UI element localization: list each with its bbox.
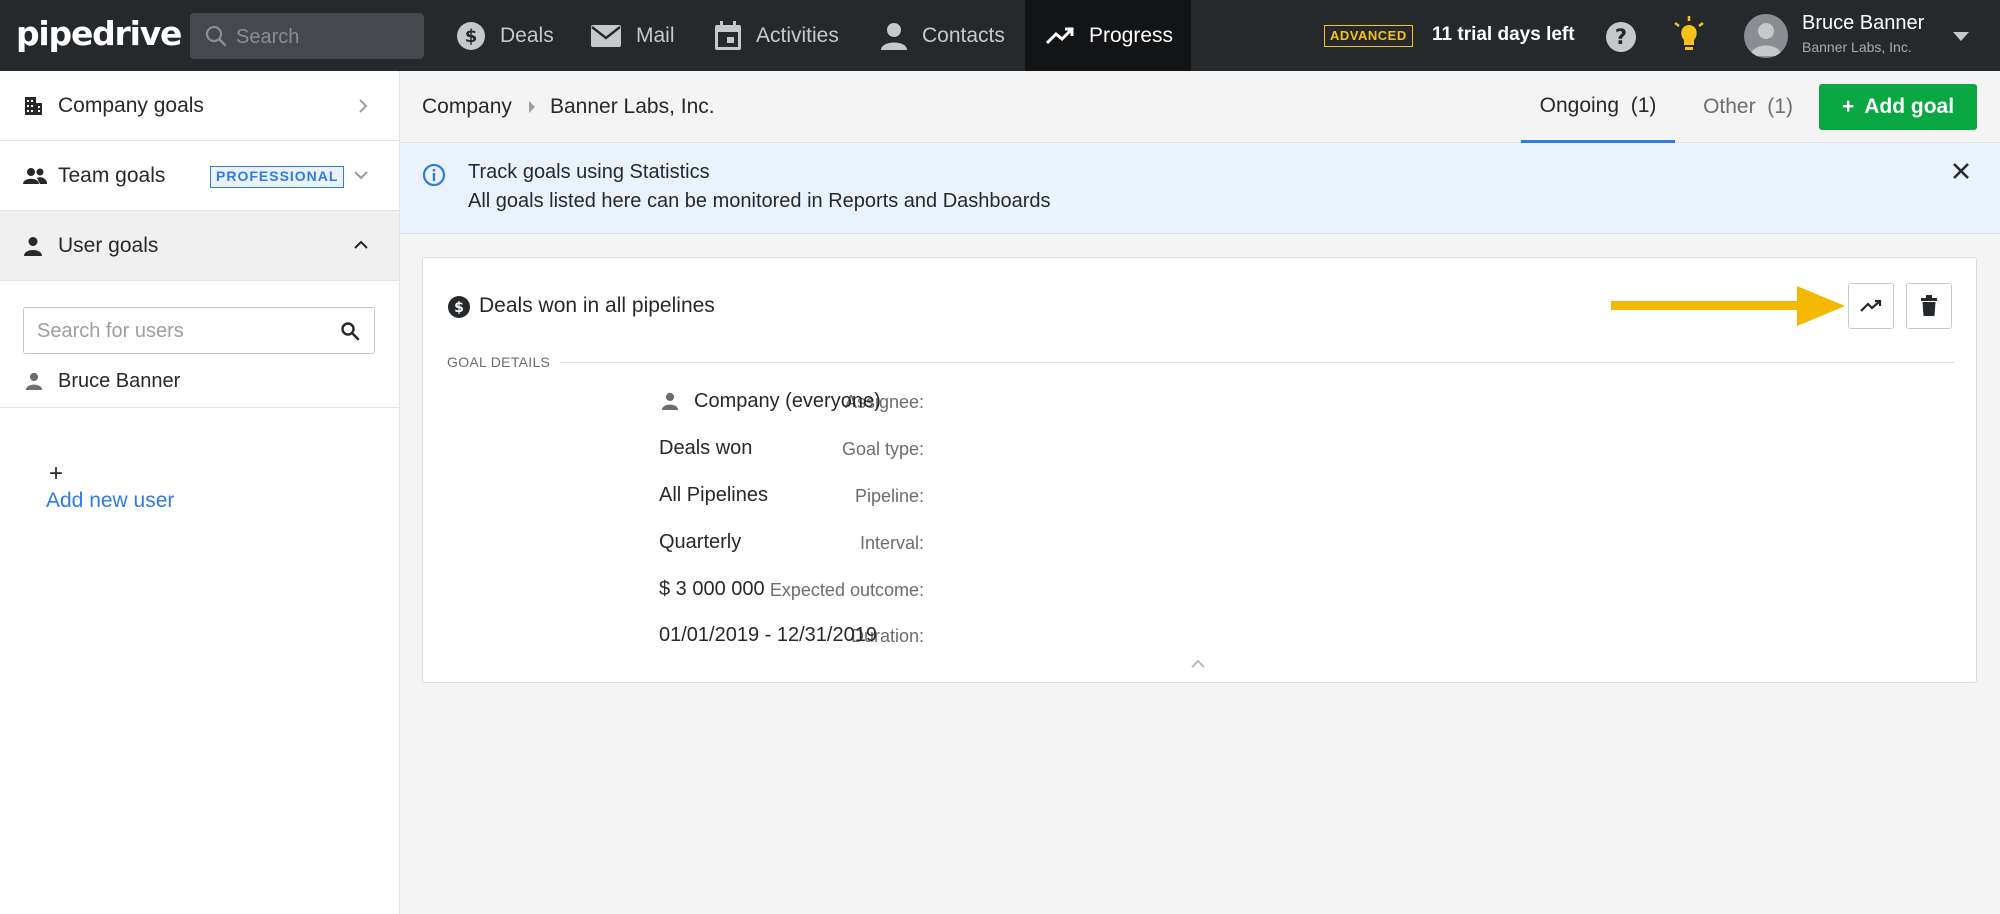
tab-ongoing[interactable]: Ongoing (1) [1521,71,1675,143]
chevron-up-icon [353,238,369,256]
person-icon [23,236,43,261]
nav-contacts-label: Contacts [922,23,1005,47]
nav-contacts[interactable]: Contacts [880,0,1005,71]
goal-title: Deals won in all pipelines [479,294,715,317]
mail-icon [591,24,621,47]
nav-deals[interactable]: $ Deals [456,0,554,71]
user-list-item[interactable]: Bruce Banner [0,354,399,408]
section-divider [560,362,1954,363]
tab-ongoing-count: (1) [1630,93,1657,117]
add-user-plus-icon[interactable]: + [49,460,63,488]
add-goal-label: Add goal [1864,95,1955,118]
add-goal-button[interactable]: + Add goal [1819,84,1977,130]
banner-title: Track goals using Statistics [468,161,710,183]
plus-icon: + [1841,95,1855,118]
lightbulb-icon[interactable] [1672,16,1706,59]
banner-text: All goals listed here can be monitored i… [468,190,1051,212]
nav-mail[interactable]: Mail [590,0,675,71]
info-icon [422,163,446,192]
chevron-right-icon [357,98,369,119]
trending-up-icon [1860,299,1882,312]
pipedrive-logo[interactable]: pipedrive [16,14,182,53]
view-statistics-button[interactable] [1848,283,1894,329]
user-goals-label: User goals [58,233,159,257]
building-icon [23,96,43,121]
tab-ongoing-label: Ongoing [1539,93,1620,117]
interval-value: Quarterly [659,531,742,553]
person-icon [881,22,907,50]
user-search-input[interactable]: Search for users [23,307,375,354]
goal-type-value: Deals won [659,437,753,459]
statistics-info-banner: Track goals using Statistics All goals l… [400,143,2000,234]
tab-other-count: (1) [1767,95,1793,118]
team-goals-label: Team goals [58,163,166,187]
chevron-up-icon[interactable] [1190,656,1206,674]
chevron-down-icon [353,168,369,186]
nav-mail-label: Mail [636,23,675,47]
professional-plan-badge: PROFESSIONAL [210,166,345,188]
help-icon[interactable]: ? [1605,21,1637,58]
trending-up-icon [1045,27,1074,44]
svg-text:$: $ [465,26,478,47]
trash-icon [1921,295,1937,316]
sidebar-item-user-goals[interactable]: User goals [0,211,399,281]
goal-details-heading: GOAL DETAILS [447,354,551,370]
company-goals-label: Company goals [58,93,204,117]
goal-card: $ Deals won in all pipelines GOAL DETAIL… [422,257,1977,683]
sidebar-item-company-goals[interactable]: Company goals [0,71,399,141]
nav-progress[interactable]: Progress [1025,0,1192,71]
content-header: Company Banner Labs, Inc. Ongoing (1) Ot… [400,71,2000,143]
add-new-user-link[interactable]: Add new user [46,489,174,513]
user-avatar[interactable] [1744,14,1788,58]
close-icon[interactable] [1952,162,1970,185]
breadcrumb-root[interactable]: Company [422,95,512,119]
user-list-item-name: Bruce Banner [58,370,181,392]
advanced-plan-badge: ADVANCED [1324,25,1413,47]
calendar-icon [715,20,741,50]
tab-other[interactable]: Other (1) [1688,71,1808,143]
annotation-arrow [1611,284,1851,333]
person-icon [25,372,43,395]
sidebar-item-team-goals[interactable]: Team goals PROFESSIONAL [0,141,399,211]
nav-activities-label: Activities [756,23,839,47]
user-name[interactable]: Bruce Banner [1802,12,1924,35]
pipeline-label: Pipeline: [854,486,924,506]
goals-sidebar: Company goals Team goals PROFESSIONAL Us… [0,71,400,914]
search-icon [340,321,360,346]
top-nav-bar: pipedrive Search $ Deals Mail Activities… [0,0,2000,71]
team-icon [23,166,47,191]
user-search-placeholder: Search for users [37,320,184,342]
assignee-value: Company (everyone) [694,390,881,412]
tab-other-label: Other [1703,95,1756,118]
nav-deals-label: Deals [500,23,554,47]
breadcrumb-separator-icon [528,100,536,118]
expected-outcome-label: Expected outcome: [769,580,924,600]
global-search-input[interactable]: Search [190,13,424,59]
duration-value: 01/01/2019 - 12/31/2019 [659,624,877,646]
search-placeholder: Search [236,26,300,48]
svg-text:$: $ [454,300,464,316]
search-icon [204,24,228,53]
chevron-down-icon[interactable] [1952,30,1970,48]
nav-activities[interactable]: Activities [714,0,839,71]
dollar-circle-icon: $ [447,295,471,324]
user-company: Banner Labs, Inc. [1802,39,1912,55]
dollar-circle-icon: $ [457,21,485,50]
person-icon [661,392,679,415]
interval-label: Interval: [859,533,924,553]
svg-text:?: ? [1615,25,1627,49]
goal-type-label: Goal type: [841,439,924,459]
pipeline-value: All Pipelines [659,484,768,506]
expected-outcome-value: $ 3 000 000 [659,578,765,600]
delete-goal-button[interactable] [1906,283,1952,329]
nav-progress-label: Progress [1089,23,1174,47]
breadcrumb-current: Banner Labs, Inc. [550,95,715,118]
trial-days-text[interactable]: 11 trial days left [1432,24,1575,46]
